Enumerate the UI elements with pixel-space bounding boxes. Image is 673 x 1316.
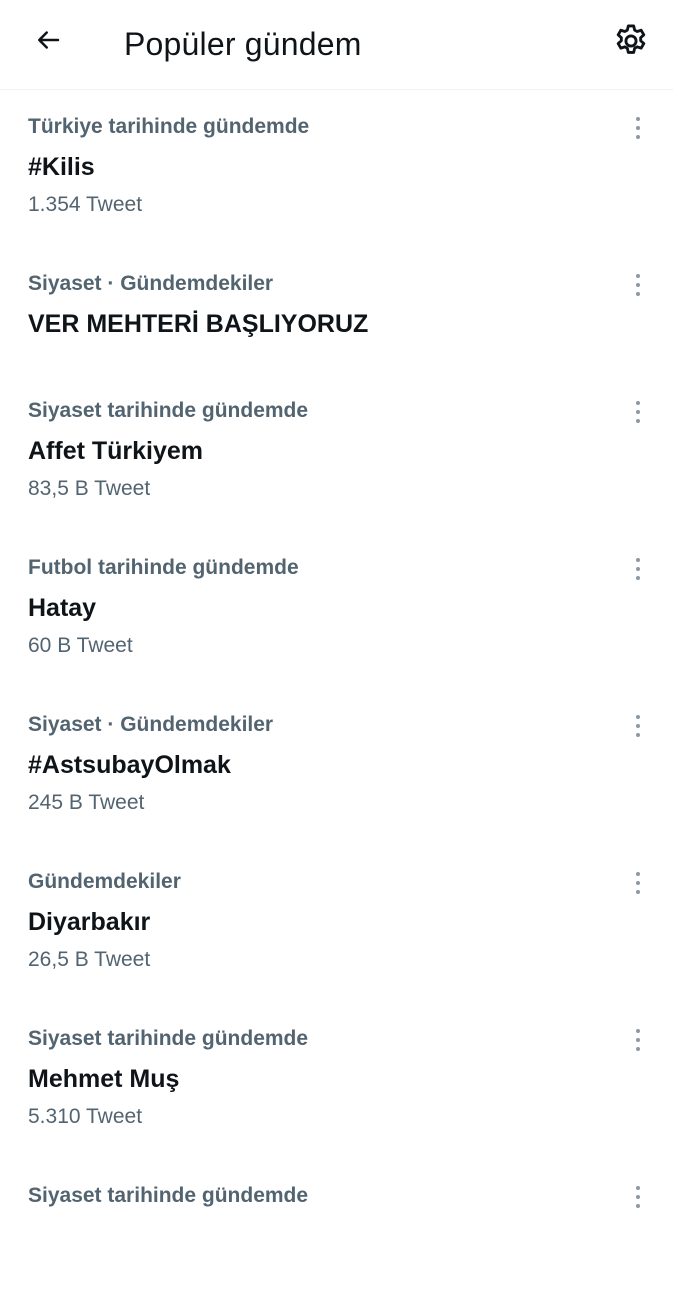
- back-button[interactable]: [24, 20, 72, 64]
- trend-name: Hatay: [28, 594, 97, 622]
- trend-name: #Kilis: [28, 153, 95, 181]
- trend-context: Siyaset tarihinde gündemde: [28, 1184, 309, 1207]
- trend-context: Siyaset · Gündemdekiler: [28, 713, 274, 736]
- trend-context: Futbol tarihinde gündemde: [28, 556, 299, 579]
- more-vertical-icon: [636, 1186, 640, 1208]
- more-options-button[interactable]: [622, 867, 654, 899]
- trend-item[interactable]: Siyaset tarihinde gündemde Mehmet Muş 5.…: [0, 1002, 673, 1159]
- more-vertical-icon: [636, 872, 640, 894]
- page-title: Popüler gündem: [124, 26, 362, 62]
- trend-name: #AstsubayOlmak: [28, 751, 231, 779]
- trend-context: Türkiye tarihinde gündemde: [28, 115, 310, 138]
- more-options-button[interactable]: [622, 269, 654, 301]
- more-vertical-icon: [636, 715, 640, 737]
- trend-item[interactable]: Gündemdekiler Diyarbakır 26,5 B Tweet: [0, 845, 673, 1002]
- trend-item[interactable]: Siyaset tarihinde gündemde Affet Türkiye…: [0, 374, 673, 531]
- trend-tweet-count: 1.354 Tweet: [28, 193, 143, 216]
- more-options-button[interactable]: [622, 396, 654, 428]
- more-options-button[interactable]: [622, 1181, 654, 1213]
- trend-name: Affet Türkiyem: [28, 437, 204, 465]
- trend-context: Siyaset · Gündemdekiler: [28, 272, 274, 295]
- gear-icon: [612, 22, 650, 65]
- trend-tweet-count: 60 B Tweet: [28, 634, 133, 657]
- more-vertical-icon: [636, 558, 640, 580]
- trend-name: Diyarbakır: [28, 908, 151, 936]
- trend-context: Siyaset tarihinde gündemde: [28, 399, 309, 422]
- trend-tweet-count: 26,5 B Tweet: [28, 948, 151, 971]
- trend-item[interactable]: Siyaset tarihinde gündemde: [0, 1159, 673, 1316]
- trend-tweet-count: 83,5 B Tweet: [28, 477, 151, 500]
- settings-button[interactable]: [606, 18, 656, 68]
- more-vertical-icon: [636, 401, 640, 423]
- more-vertical-icon: [636, 274, 640, 296]
- more-options-button[interactable]: [622, 112, 654, 144]
- trend-tweet-count: 5.310 Tweet: [28, 1105, 143, 1128]
- more-options-button[interactable]: [622, 553, 654, 585]
- more-options-button[interactable]: [622, 710, 654, 742]
- trend-context: Gündemdekiler: [28, 870, 181, 893]
- more-vertical-icon: [636, 117, 640, 139]
- top-bar: Popüler gündem: [0, 0, 673, 90]
- trend-tweet-count: 245 B Tweet: [28, 791, 145, 814]
- trend-name: VER MEHTERİ BAŞLIYORUZ: [28, 310, 369, 338]
- trend-item[interactable]: Türkiye tarihinde gündemde #Kilis 1.354 …: [0, 90, 673, 247]
- trend-name: Mehmet Muş: [28, 1065, 180, 1093]
- trend-item[interactable]: Siyaset · Gündemdekiler #AstsubayOlmak 2…: [0, 688, 673, 845]
- more-options-button[interactable]: [622, 1024, 654, 1056]
- trend-item[interactable]: Futbol tarihinde gündemde Hatay 60 B Twe…: [0, 531, 673, 688]
- more-vertical-icon: [636, 1029, 640, 1051]
- trend-context: Siyaset tarihinde gündemde: [28, 1027, 309, 1050]
- arrow-left-icon: [33, 25, 63, 60]
